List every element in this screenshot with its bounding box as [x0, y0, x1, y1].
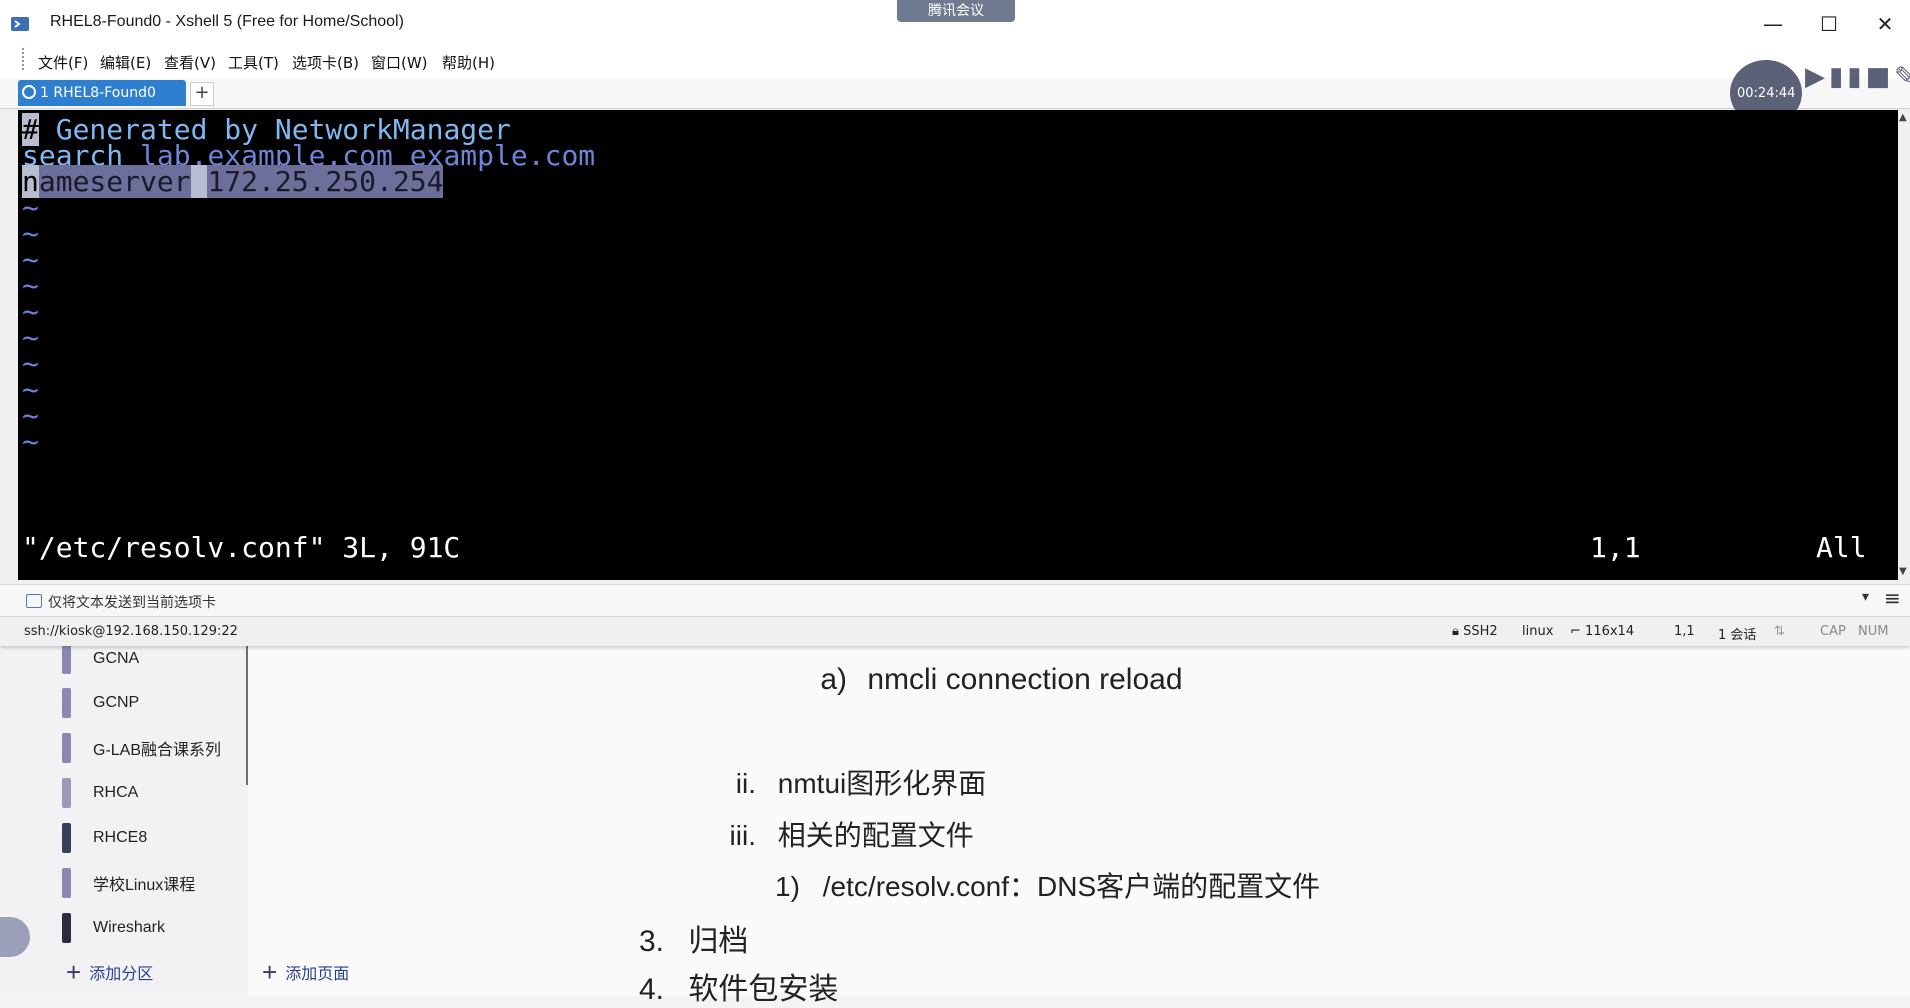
- connection-address: ssh://kiosk@192.168.150.129:22: [24, 624, 238, 639]
- section-gcna[interactable]: GCNA: [62, 643, 139, 675]
- section-tab-color: [62, 913, 71, 943]
- recording-controls-icon[interactable]: ▶▮▮■✎: [1805, 62, 1910, 92]
- note-a: a) nmcli connection reload: [820, 663, 1183, 696]
- window-title: RHEL8-Found0 - Xshell 5 (Free for Home/S…: [50, 13, 404, 30]
- section-scrollbar[interactable]: [246, 640, 248, 785]
- section-school-linux[interactable]: 学校Linux课程: [62, 867, 195, 899]
- compose-menu-icon[interactable]: ≡: [1884, 586, 1901, 610]
- section-tab-color: [62, 823, 71, 853]
- protocol-indicator: 🔒︎ SSH2: [1452, 624, 1498, 639]
- terminal-scrollbar[interactable]: ▲ ▼: [1898, 110, 1910, 580]
- close-button[interactable]: ✕: [1862, 8, 1908, 40]
- maximize-button[interactable]: ☐: [1806, 8, 1852, 40]
- minimize-button[interactable]: —: [1750, 8, 1796, 40]
- session-status-icon: [22, 85, 36, 99]
- section-tab-color: [62, 644, 71, 674]
- section-label: Wireshark: [93, 919, 166, 936]
- section-tab-color: [62, 688, 71, 718]
- note-4: 4. 软件包安装: [638, 973, 839, 1006]
- meeting-badge[interactable]: 腾讯会议: [897, 0, 1015, 22]
- note-3: 3. 归档: [638, 925, 749, 958]
- menu-tabs[interactable]: 选项卡(B): [292, 52, 359, 73]
- section-gcnp[interactable]: GCNP: [62, 687, 139, 719]
- scroll-down-icon[interactable]: ▼: [1899, 566, 1907, 577]
- title-bar[interactable]: RHEL8-Found0 - Xshell 5 (Free for Home/S…: [0, 0, 1910, 48]
- tab-rhel8-found0[interactable]: 1 RHEL8-Found0: [18, 80, 186, 106]
- section-label: 学校Linux课程: [93, 877, 196, 894]
- transfer-icon: ⇅: [1774, 624, 1785, 639]
- compose-icon: [26, 594, 42, 608]
- menu-help[interactable]: 帮助(H): [442, 52, 495, 73]
- toolbar-grip[interactable]: [22, 48, 28, 70]
- terminal-type: linux: [1522, 624, 1554, 639]
- menu-window[interactable]: 窗口(W): [371, 52, 428, 73]
- section-tab-color: [62, 778, 71, 808]
- section-label: GCNP: [93, 694, 140, 711]
- section-label: RHCA: [93, 784, 139, 801]
- menu-view[interactable]: 查看(V): [164, 52, 216, 73]
- menu-file[interactable]: 文件(F): [38, 52, 88, 73]
- plus-icon: +: [262, 957, 278, 987]
- section-tab-color: [62, 733, 71, 763]
- compose-dropdown-icon[interactable]: ▾: [1862, 589, 1869, 605]
- section-rhce8[interactable]: RHCE8: [62, 822, 147, 854]
- tab-label: 1 RHEL8-Found0: [40, 85, 156, 101]
- cursor-position: 1,1: [1674, 624, 1695, 639]
- add-page-label: 添加页面: [285, 966, 350, 983]
- section-label: G-LAB融合课系列: [93, 742, 222, 759]
- vim-scroll-position: All: [1816, 531, 1867, 564]
- num-lock-indicator: NUM: [1858, 624, 1889, 639]
- add-section-button[interactable]: + 添加分区: [66, 957, 154, 987]
- terminal-size: ⌐ 116x14: [1570, 624, 1635, 639]
- section-glab[interactable]: G-LAB融合课系列: [62, 732, 221, 764]
- terminal-screen[interactable]: # Generated by NetworkManager search lab…: [18, 110, 1898, 580]
- plus-icon: +: [66, 957, 82, 987]
- tab-bar: 1 RHEL8-Found0 +: [0, 78, 1910, 109]
- section-label: GCNA: [93, 650, 140, 667]
- resize-icon: ⌐: [1570, 624, 1581, 639]
- compose-bar: 仅将文本发送到当前选项卡 ▾ ≡: [0, 584, 1910, 617]
- add-page-button[interactable]: + 添加页面: [262, 957, 350, 987]
- note-1: 1) /etc/resolv.conf：DNS客户端的配置文件: [775, 871, 1321, 902]
- section-tab-color: [62, 868, 71, 898]
- scroll-up-icon[interactable]: ▲: [1899, 112, 1907, 123]
- vim-cursor-position: 1,1: [1590, 531, 1641, 564]
- menu-edit[interactable]: 编辑(E): [100, 52, 151, 73]
- recording-time: 00:24:44: [1737, 86, 1796, 101]
- note-ii: ii. nmtui图形化界面: [735, 768, 987, 799]
- add-section-label: 添加分区: [89, 966, 154, 983]
- lock-icon: 🔒︎: [1452, 624, 1459, 639]
- status-bar: ssh://kiosk@192.168.150.129:22 🔒︎ SSH2 l…: [0, 616, 1910, 646]
- terminal-line-3: nameserver 172.25.250.254: [22, 165, 444, 198]
- empty-line-tilde: ~: [22, 425, 39, 458]
- menu-bar: 文件(F) 编辑(E) 查看(V) 工具(T) 选项卡(B) 窗口(W) 帮助(…: [0, 48, 1910, 78]
- session-count: 1 会话: [1718, 628, 1757, 643]
- section-wireshark[interactable]: Wireshark: [62, 912, 165, 944]
- compose-input[interactable]: 仅将文本发送到当前选项卡: [48, 592, 216, 612]
- xshell-app-icon: [11, 17, 29, 31]
- note-iii: iii. 相关的配置文件: [729, 820, 974, 851]
- caps-lock-indicator: CAP: [1820, 624, 1846, 639]
- xshell-window: RHEL8-Found0 - Xshell 5 (Free for Home/S…: [0, 0, 1910, 646]
- menu-tools[interactable]: 工具(T): [228, 52, 279, 73]
- new-tab-button[interactable]: +: [190, 82, 214, 106]
- section-rhca[interactable]: RHCA: [62, 777, 138, 809]
- section-label: RHCE8: [93, 829, 148, 846]
